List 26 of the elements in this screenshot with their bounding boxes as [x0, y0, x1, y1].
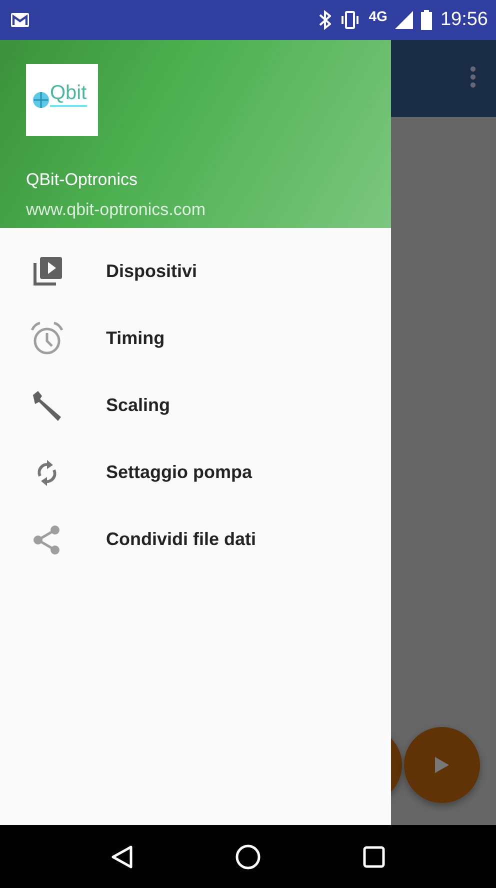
back-icon[interactable] — [111, 844, 133, 868]
clock-time: 19:56 — [440, 8, 488, 32]
globe-icon — [32, 91, 50, 109]
play-icon — [435, 757, 449, 773]
drawer-item-label: Scaling — [106, 394, 170, 417]
network-label: 4G — [368, 6, 388, 26]
home-icon[interactable] — [235, 844, 261, 870]
drawer-item-label: Timing — [106, 327, 165, 350]
logo-text: Qbit — [50, 81, 87, 107]
vibrate-icon — [338, 11, 361, 29]
drawer-item[interactable]: Settaggio pompa — [0, 439, 391, 506]
drawer-item[interactable]: Scaling — [0, 372, 391, 439]
drawer-subtitle: www.qbit-optronics.com — [26, 198, 207, 220]
more-options-icon[interactable] — [470, 66, 476, 88]
drawer-item[interactable]: Dispositivi — [0, 238, 391, 305]
drawer-title: QBit-Optronics — [26, 169, 138, 191]
drawer-item-label: Condividi file dati — [106, 528, 256, 551]
recents-icon[interactable] — [363, 846, 385, 868]
signal-icon — [395, 11, 414, 29]
drawer-item[interactable]: Timing — [0, 305, 391, 372]
bluetooth-icon — [318, 10, 331, 30]
mail-icon — [10, 12, 30, 28]
drawer-item-label: Dispositivi — [106, 260, 198, 283]
drawer-item[interactable]: Condividi file dati — [0, 506, 391, 573]
battery-icon — [421, 10, 432, 30]
drawer-item-label: Settaggio pompa — [106, 461, 252, 484]
